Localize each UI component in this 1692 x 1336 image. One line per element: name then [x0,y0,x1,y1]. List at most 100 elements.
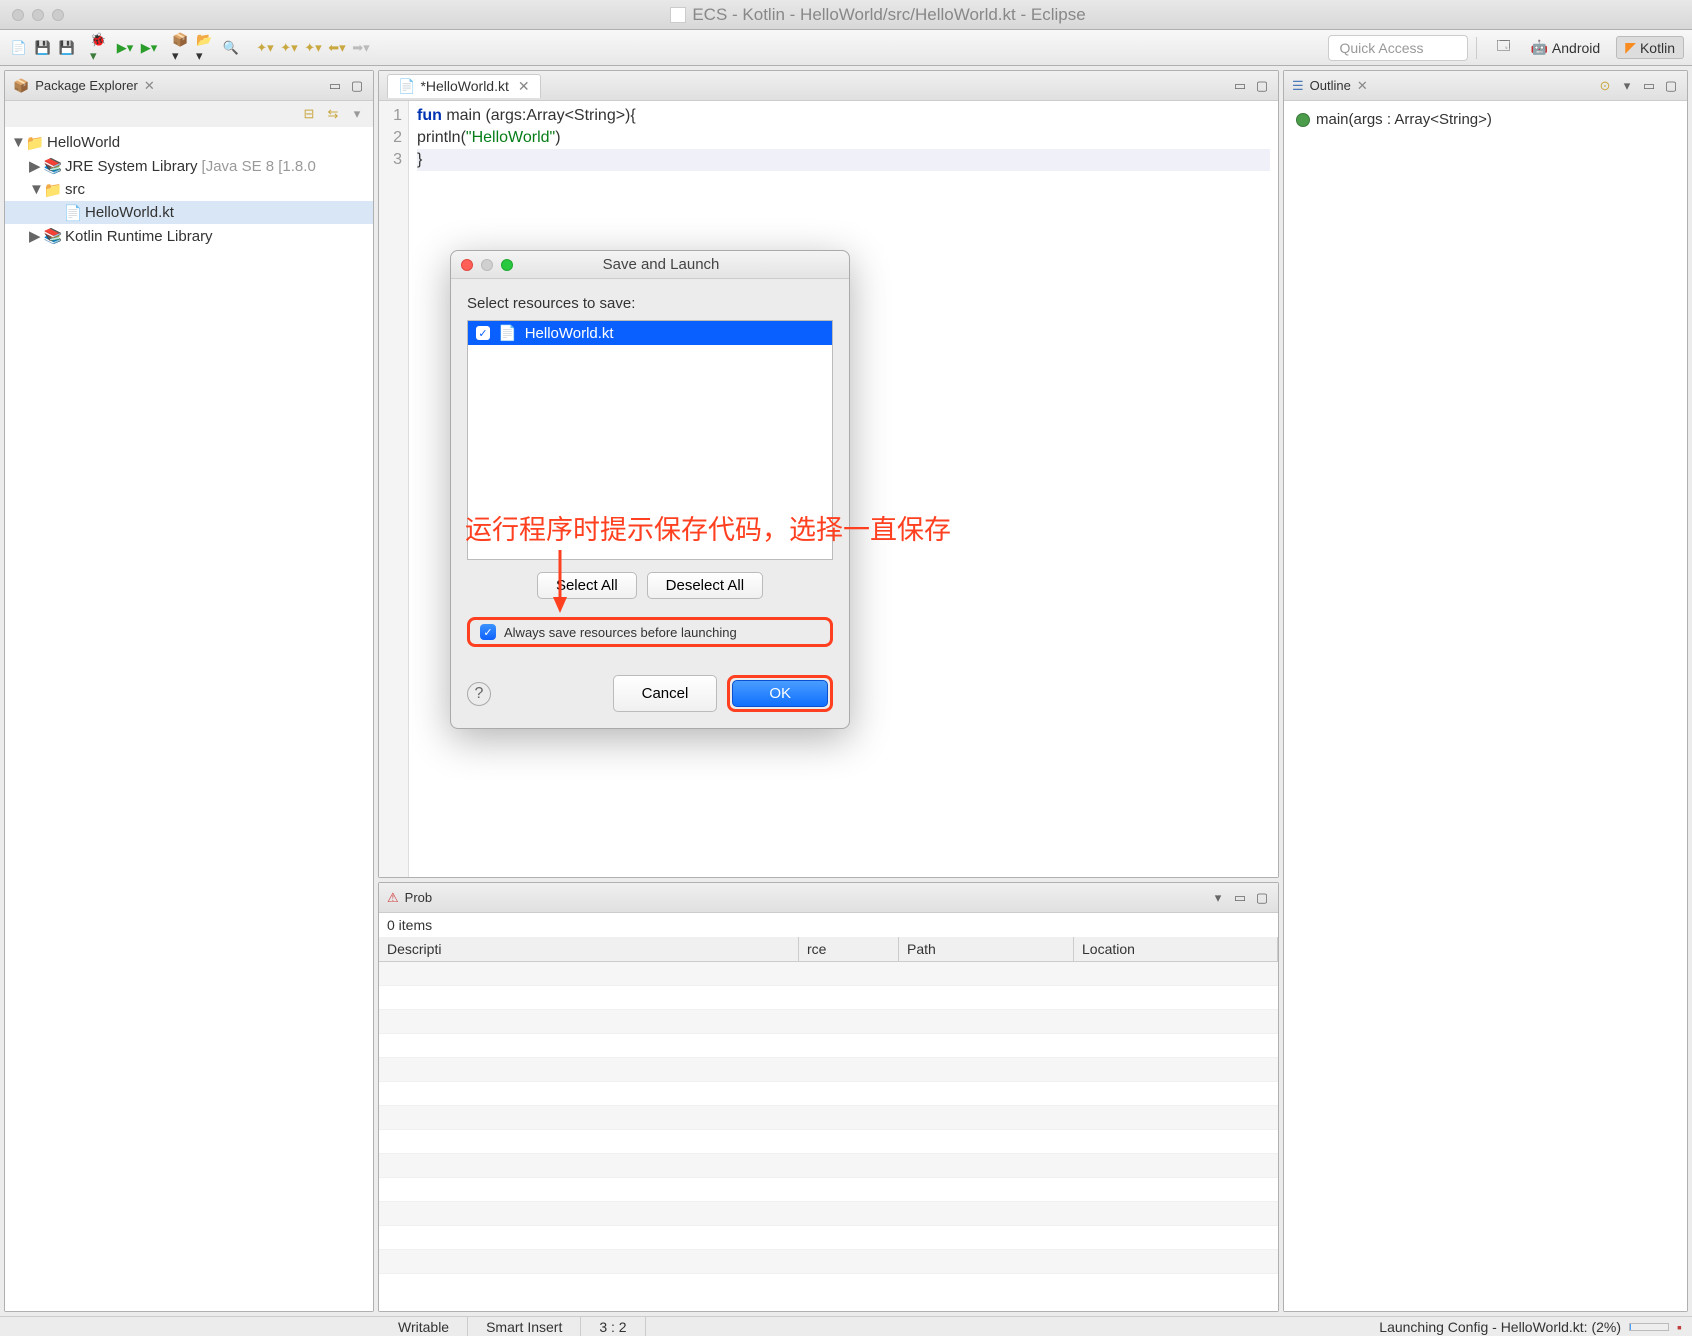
progress-stop-icon[interactable]: ▪ [1677,1319,1682,1335]
close-view-icon[interactable]: ✕ [1357,78,1368,94]
dialog-label: Select resources to save: [467,295,833,312]
new-package-button[interactable]: 📦▾ [172,37,194,59]
progress-bar [1629,1323,1669,1331]
run-last-button[interactable]: ▶▾ [138,37,160,59]
status-insert: Smart Insert [468,1317,581,1336]
minimize-icon[interactable]: ▭ [1232,78,1248,94]
collapse-all-icon[interactable]: ⊟ [301,106,317,122]
help-button[interactable]: ? [467,682,491,706]
col-location[interactable]: Location [1074,937,1278,961]
line-number: 1 [379,105,402,127]
tree-jre[interactable]: ▶ 📚 JRE System Library [Java SE 8 [1.8.0 [5,154,373,178]
maximize-icon[interactable]: ▢ [1254,78,1270,94]
maximize-icon[interactable]: ▢ [349,78,365,94]
resource-item[interactable]: ✓ 📄 HelloWorld.kt [468,321,832,345]
save-all-button[interactable]: 💾 [56,37,78,59]
problems-table-body [379,962,1278,1274]
chevron-right-icon[interactable]: ▶ [29,157,41,175]
table-row [379,1034,1278,1058]
perspective-kotlin[interactable]: ◤ Kotlin [1616,36,1684,59]
quick-access-input[interactable]: Quick Access [1328,35,1468,61]
forward-button[interactable]: ➡▾ [350,37,372,59]
outline-icon: ☰ [1292,78,1304,94]
tree-project[interactable]: ▼ 📁 HelloWorld [5,131,373,154]
view-close-icon[interactable]: ✕ [144,78,155,94]
package-tree: ▼ 📁 HelloWorld ▶ 📚 JRE System Library [J… [5,127,373,252]
nav-button[interactable]: ✦▾ [302,37,324,59]
open-perspective-button[interactable]: 🗔 [1492,37,1514,59]
focus-icon[interactable]: ⊙ [1597,78,1613,94]
zoom-window-icon[interactable] [52,9,64,21]
minimize-window-icon[interactable] [32,9,44,21]
search-button[interactable]: 🔍 [220,37,242,59]
chevron-right-icon[interactable]: ▶ [29,227,41,245]
save-button[interactable]: 💾 [32,37,54,59]
traffic-lights [12,9,64,21]
package-icon: 📦 [13,78,29,94]
line-gutter: 1 2 3 [379,101,409,877]
resource-label: HelloWorld.kt [525,325,614,342]
col-description[interactable]: Descripti [379,937,799,961]
dialog-minimize-icon [481,259,493,271]
save-launch-dialog: Save and Launch Select resources to save… [450,250,850,729]
new-button[interactable]: 📄 [8,37,30,59]
window-title: ECS - Kotlin - HelloWorld/src/HelloWorld… [64,5,1692,25]
problems-table-header: Descripti rce Path Location [379,937,1278,962]
minimize-icon[interactable]: ▭ [327,78,343,94]
resource-checkbox-icon[interactable]: ✓ [476,326,490,340]
perspective-android[interactable]: 🤖 Android [1522,37,1608,58]
tree-kotlin-lib[interactable]: ▶ 📚 Kotlin Runtime Library [5,224,373,248]
debug-button[interactable]: 🐞▾ [90,37,112,59]
chevron-down-icon[interactable]: ▼ [29,181,41,198]
annotation-arrow-icon [545,545,575,618]
minimize-icon[interactable]: ▭ [1232,890,1248,906]
tree-label: HelloWorld.kt [85,204,174,221]
view-menu-icon[interactable]: ▾ [1619,78,1635,94]
view-menu-icon[interactable]: ▾ [349,106,365,122]
link-editor-icon[interactable]: ⇆ [325,106,341,122]
window-titlebar: ECS - Kotlin - HelloWorld/src/HelloWorld… [0,0,1692,30]
kotlin-file-icon: 📄 [498,324,517,342]
deselect-all-button[interactable]: Deselect All [647,572,763,599]
always-save-checkbox[interactable]: ✓ [480,624,496,640]
outline-title: Outline [1310,78,1351,93]
back-button[interactable]: ⬅▾ [326,37,348,59]
method-icon [1296,113,1310,127]
col-resource[interactable]: rce [799,937,899,961]
outline-method[interactable]: main(args : Array<String>) [1292,109,1679,130]
outline-header: ☰ Outline ✕ ⊙ ▾ ▭ ▢ [1284,71,1687,101]
package-explorer-toolbar: ⊟ ⇆ ▾ [5,101,373,127]
chevron-down-icon[interactable]: ▼ [11,134,23,151]
maximize-icon[interactable]: ▢ [1663,78,1679,94]
col-path[interactable]: Path [899,937,1074,961]
table-row [379,1178,1278,1202]
pin-button[interactable]: ✦▾ [278,37,300,59]
dialog-titlebar[interactable]: Save and Launch [451,251,849,279]
toggle-button[interactable]: ✦▾ [254,37,276,59]
maximize-icon[interactable]: ▢ [1254,890,1270,906]
line-number: 3 [379,149,402,171]
close-tab-icon[interactable]: ✕ [518,78,530,95]
kotlin-file-icon: 📄 [398,78,415,95]
always-save-label: Always save resources before launching [504,625,737,640]
view-menu-icon[interactable]: ▾ [1210,890,1226,906]
source-folder-icon: 📁 [45,182,61,198]
file-icon [670,7,686,23]
dialog-zoom-icon[interactable] [501,259,513,271]
editor-header: 📄 *HelloWorld.kt ✕ ▭ ▢ [379,71,1278,101]
package-explorer-header: 📦 Package Explorer ✕ ▭ ▢ [5,71,373,101]
status-launch: Launching Config - HelloWorld.kt: (2%) [1379,1319,1621,1335]
dialog-title: Save and Launch [513,256,849,273]
run-button[interactable]: ▶▾ [114,37,136,59]
minimize-icon[interactable]: ▭ [1641,78,1657,94]
tree-src[interactable]: ▼ 📁 src [5,178,373,201]
table-row [379,1130,1278,1154]
dialog-close-icon[interactable] [461,259,473,271]
cancel-button[interactable]: Cancel [613,675,718,712]
outline-label: main(args : Array<String>) [1316,111,1492,128]
close-window-icon[interactable] [12,9,24,21]
tree-file[interactable]: 📄 HelloWorld.kt [5,201,373,224]
open-type-button[interactable]: 📂▾ [196,37,218,59]
editor-tab[interactable]: 📄 *HelloWorld.kt ✕ [387,74,541,98]
ok-button[interactable]: OK [732,680,828,707]
